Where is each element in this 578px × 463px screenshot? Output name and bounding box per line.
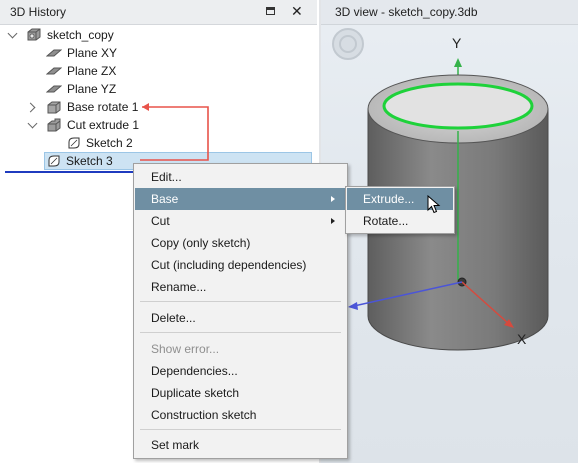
tree-item-label: Plane XY [67,46,118,60]
menu-item-label: Set mark [151,438,200,452]
chevron-right-icon[interactable] [25,102,36,113]
plane-icon [46,85,62,93]
tree-item-label: Cut extrude 1 [67,118,140,132]
close-icon[interactable]: ✕ [291,3,303,19]
menu-item-dependencies[interactable]: Dependencies... [135,360,346,382]
insert-marker-line [5,171,135,173]
chevron-down-icon[interactable] [27,118,38,129]
menu-item-label: Construction sketch [151,408,257,422]
submenu-arrow-icon [331,196,335,202]
menu-item-show-error: Show error... [135,338,346,360]
tree-item-label: Sketch 2 [86,136,133,150]
menu-separator [140,332,341,333]
menu-item-label: Base [151,192,179,206]
menu-item-label: Show error... [151,342,220,356]
menu-item-base[interactable]: Base [135,188,346,210]
menu-separator [140,429,341,430]
navigation-cube-icon[interactable] [332,28,364,60]
menu-item-label: Delete... [151,311,196,325]
tree-item-label: Plane YZ [67,82,117,96]
dependency-arrow [140,103,209,161]
base-rotate-icon [47,101,61,114]
tree-item-label: Base rotate 1 [67,100,139,114]
menu-item-duplicate-sketch[interactable]: Duplicate sketch [135,382,346,404]
menu-item-cut-including-dependencies[interactable]: Cut (including dependencies) [135,254,346,276]
plane-icon [46,49,62,57]
cut-extrude-icon [47,118,61,132]
tree-item-plane-yz[interactable]: Plane YZ [0,80,319,98]
sketch-icon [48,155,60,167]
tree-item-plane-zx[interactable]: Plane ZX [0,62,319,80]
x-axis-label: X [517,331,527,347]
y-axis-arrowhead [454,58,462,67]
mouse-cursor-icon [427,195,441,214]
menu-item-construction-sketch[interactable]: Construction sketch [135,404,346,426]
menu-item-copy-only-sketch[interactable]: Copy (only sketch) [135,232,346,254]
y-axis-label: Y [452,35,462,51]
menu-item-set-mark[interactable]: Set mark [135,434,346,456]
3d-scene[interactable]: Y X [321,24,578,463]
menu-item-label: Rotate... [363,214,409,228]
menu-item-edit[interactable]: Edit... [135,166,346,188]
menu-item-label: Cut (including dependencies) [151,258,307,272]
tree-item-label: Plane ZX [67,64,117,78]
plane-icon [46,67,62,75]
menu-item-label: Rename... [151,280,207,294]
tree-item-sketch-copy[interactable]: sketch_copy [0,26,319,44]
context-menu: Edit... Base Cut Copy (only sketch) Cut … [133,163,348,459]
sketch-icon [68,137,80,149]
3d-view-header: 3D view - sketch_copy.3db [321,0,578,25]
history-panel-header: 3D History ✕ [0,0,317,25]
menu-item-label: Extrude... [363,192,415,206]
menu-item-delete[interactable]: Delete... [135,307,346,329]
3d-view-title: 3D view - sketch_copy.3db [335,5,478,19]
tree-item-label: Sketch 3 [66,154,113,168]
menu-separator [140,301,341,302]
history-panel-title: 3D History [10,5,67,19]
part-icon [27,28,41,41]
undock-icon[interactable] [266,7,275,15]
menu-item-label: Copy (only sketch) [151,236,251,250]
menu-item-label: Duplicate sketch [151,386,240,400]
z-axis-arrowhead [348,302,358,310]
menu-item-label: Dependencies... [151,364,238,378]
sketch-circle [382,82,534,130]
chevron-down-icon[interactable] [7,28,18,39]
menu-item-label: Edit... [151,170,182,184]
menu-item-cut[interactable]: Cut [135,210,346,232]
menu-item-rename[interactable]: Rename... [135,276,346,298]
menu-item-label: Cut [151,214,170,228]
tree-item-label: sketch_copy [47,28,114,42]
tree-item-plane-xy[interactable]: Plane XY [0,44,319,62]
submenu-arrow-icon [331,218,335,224]
